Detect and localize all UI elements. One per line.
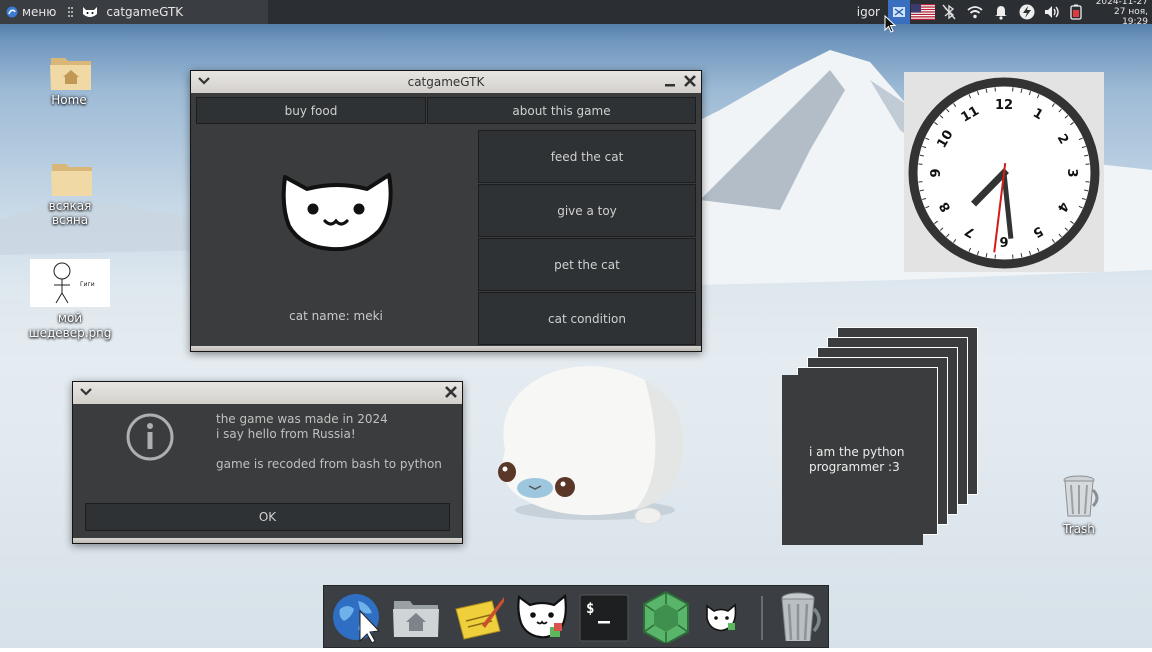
- taskbar-item-label: catgameGTK: [106, 5, 183, 19]
- window-resize-border[interactable]: [73, 538, 462, 543]
- dock-trash-icon[interactable]: [774, 589, 826, 641]
- volume-tray-item[interactable]: [1040, 0, 1066, 24]
- feed-cat-button[interactable]: feed the cat: [478, 130, 696, 183]
- about-dialog: the game was made in 2024 i say hello fr…: [72, 381, 463, 544]
- clock-number: 12: [995, 98, 1013, 113]
- clock-number: 6: [999, 233, 1008, 248]
- taskbar-item-catgame[interactable]: catgameGTK: [62, 5, 183, 19]
- us-flag-icon: [911, 4, 935, 20]
- buy-food-button[interactable]: buy food: [196, 97, 426, 124]
- panel-date: 2024-11-27: [1086, 0, 1148, 7]
- thumbnail-text: Гиги: [80, 281, 95, 288]
- dialog-line: i say hello from Russia!: [216, 427, 442, 442]
- desktop-icon-trash[interactable]: Trash: [1054, 472, 1104, 536]
- window-controls: [663, 74, 697, 88]
- dock-browser-globe-icon[interactable]: [330, 591, 382, 643]
- volume-icon: [1044, 5, 1062, 19]
- note-text: i am the python programmer :3: [809, 445, 905, 475]
- note-front: i am the python programmer :3: [782, 375, 923, 545]
- pet-cat-button[interactable]: pet the cat: [478, 238, 696, 291]
- dock-notes-icon[interactable]: [452, 591, 504, 643]
- ok-button[interactable]: OK: [85, 503, 450, 531]
- panel-clock[interactable]: 2024-11-27 27 ноя, 19:29: [1086, 0, 1152, 27]
- menu-button[interactable]: меню: [0, 0, 62, 24]
- distro-logo-icon: [6, 6, 18, 18]
- image-thumbnail: Гиги: [30, 259, 110, 307]
- plush-seal-image: [485, 360, 690, 525]
- dialog-line: the game was made in 2024: [216, 412, 442, 427]
- panel-datetime: 27 ноя, 19:29: [1086, 7, 1148, 27]
- top-panel: меню catgameGTK igor: [0, 0, 1152, 24]
- cat-app-icon: [82, 5, 98, 19]
- bluetooth-off-icon: [942, 4, 956, 20]
- battery-tray-item[interactable]: [1066, 0, 1086, 24]
- cat-name-label: cat name: meki: [196, 309, 476, 323]
- clock-widget[interactable]: 121234567891011: [904, 72, 1104, 272]
- desktop-icon-folder[interactable]: всякая всяна: [30, 158, 110, 227]
- dock-home-folder-icon[interactable]: [390, 591, 442, 643]
- keyboard-layout-item[interactable]: [910, 0, 936, 24]
- note-line: programmer :3: [809, 460, 905, 475]
- dialog-message: the game was made in 2024 i say hello fr…: [216, 412, 442, 472]
- dock-catgame-icon[interactable]: [516, 591, 568, 643]
- username[interactable]: igor: [849, 5, 888, 19]
- minimize-icon[interactable]: [663, 74, 677, 88]
- dock-small-cat-icon[interactable]: [704, 600, 756, 652]
- window-controls: [444, 385, 458, 399]
- desktop-icon-image[interactable]: Гиги мой шедевер.png: [28, 259, 112, 341]
- dialog-titlebar[interactable]: [73, 382, 462, 404]
- wifi-tray-item[interactable]: [962, 0, 988, 24]
- note-line: i am the python: [809, 445, 905, 460]
- desktop-icon-label: всякая всяна: [30, 199, 110, 227]
- stick-figure-drawing-icon: [30, 259, 110, 307]
- mouse-cursor-icon: [884, 15, 898, 35]
- catgame-window: catgameGTK buy food about this game cat …: [190, 70, 702, 352]
- window-resize-border[interactable]: [191, 346, 701, 351]
- svg-text:$: $: [586, 601, 594, 617]
- home-folder-icon: [47, 52, 91, 90]
- clock-number: 9: [929, 168, 944, 177]
- power-bolt-icon: [1019, 4, 1035, 20]
- desktop-icon-label: мой шедевер.png: [28, 311, 112, 341]
- panel-left: меню catgameGTK: [0, 0, 268, 24]
- window-title: catgameGTK: [408, 75, 485, 89]
- desktop-icon-label: Trash: [1054, 522, 1104, 536]
- bell-icon: [994, 4, 1008, 20]
- cat-face-image: [279, 171, 395, 251]
- python-note-widget[interactable]: i am the python programmer :3: [782, 327, 982, 547]
- folder-icon: [48, 158, 92, 196]
- dock-separator: [761, 596, 763, 640]
- notifications-tray-item[interactable]: [988, 0, 1014, 24]
- close-icon[interactable]: [444, 385, 458, 399]
- menu-label: меню: [22, 5, 56, 19]
- dock-python-turtle-icon[interactable]: [640, 591, 692, 643]
- window-titlebar[interactable]: catgameGTK: [191, 71, 701, 93]
- power-tray-item[interactable]: [1014, 0, 1040, 24]
- cat-condition-button[interactable]: cat condition: [478, 292, 696, 345]
- info-icon: [125, 412, 175, 462]
- window-menu-chevron-icon[interactable]: [197, 74, 211, 88]
- bluetooth-tray-item[interactable]: [936, 0, 962, 24]
- battery-low-icon: [1070, 4, 1082, 20]
- give-toy-button[interactable]: give a toy: [478, 184, 696, 237]
- window-menu-chevron-icon[interactable]: [79, 385, 93, 399]
- desktop-icon-home[interactable]: Home: [30, 52, 108, 107]
- clock-number: 3: [1064, 168, 1079, 177]
- desktop-icon-label: Home: [30, 93, 108, 107]
- trash-icon: [1057, 472, 1101, 520]
- drag-handle-icon: [68, 6, 74, 18]
- dock: $: [323, 585, 829, 648]
- about-game-button[interactable]: about this game: [427, 97, 696, 124]
- close-icon[interactable]: [683, 74, 697, 88]
- wifi-icon: [967, 5, 983, 19]
- dialog-line: game is recoded from bash to python: [216, 457, 442, 472]
- dock-terminal-icon[interactable]: $: [578, 591, 630, 643]
- analog-clock: 121234567891011: [904, 72, 1104, 272]
